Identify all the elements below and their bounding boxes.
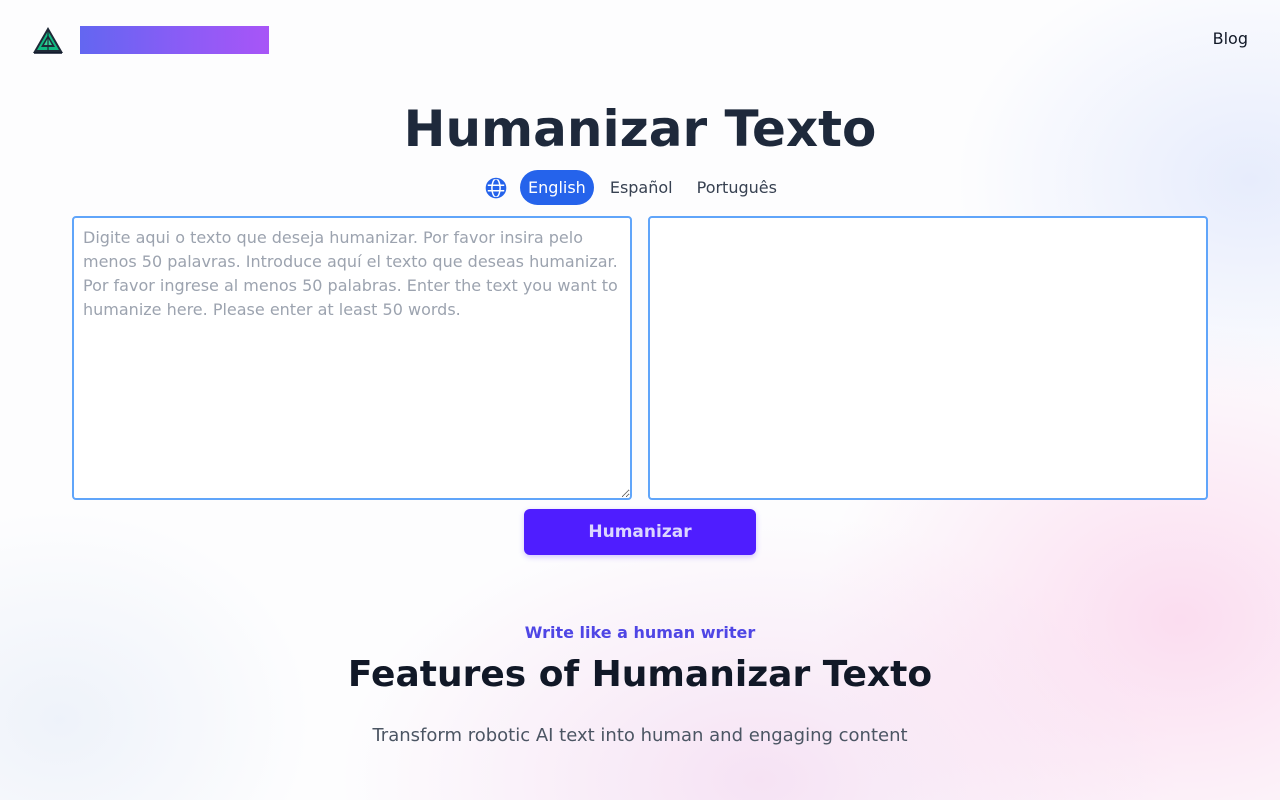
lang-english-button[interactable]: English xyxy=(520,170,594,205)
input-editor xyxy=(72,216,632,500)
lang-spanish-button[interactable]: Español xyxy=(602,170,681,205)
features-title: Features of Humanizar Texto xyxy=(347,654,933,695)
lang-portuguese-button[interactable]: Português xyxy=(689,170,785,205)
text-input[interactable] xyxy=(74,218,630,498)
brand-banner xyxy=(80,26,269,54)
pine-tree-logo-icon xyxy=(33,27,63,54)
humanize-button[interactable]: Humanizar xyxy=(524,509,756,555)
features-subtitle: Transform robotic AI text into human and… xyxy=(372,725,908,746)
features-tagline: Write like a human writer xyxy=(524,623,756,642)
output-editor xyxy=(648,216,1208,500)
page-title: Humanizar Texto xyxy=(403,100,877,158)
nav-blog-link[interactable]: Blog xyxy=(1213,29,1248,49)
globe-icon xyxy=(485,177,507,198)
text-output[interactable] xyxy=(650,218,1206,498)
site-header: Blog xyxy=(0,0,1280,80)
language-selector: English Español Português xyxy=(0,170,1280,205)
